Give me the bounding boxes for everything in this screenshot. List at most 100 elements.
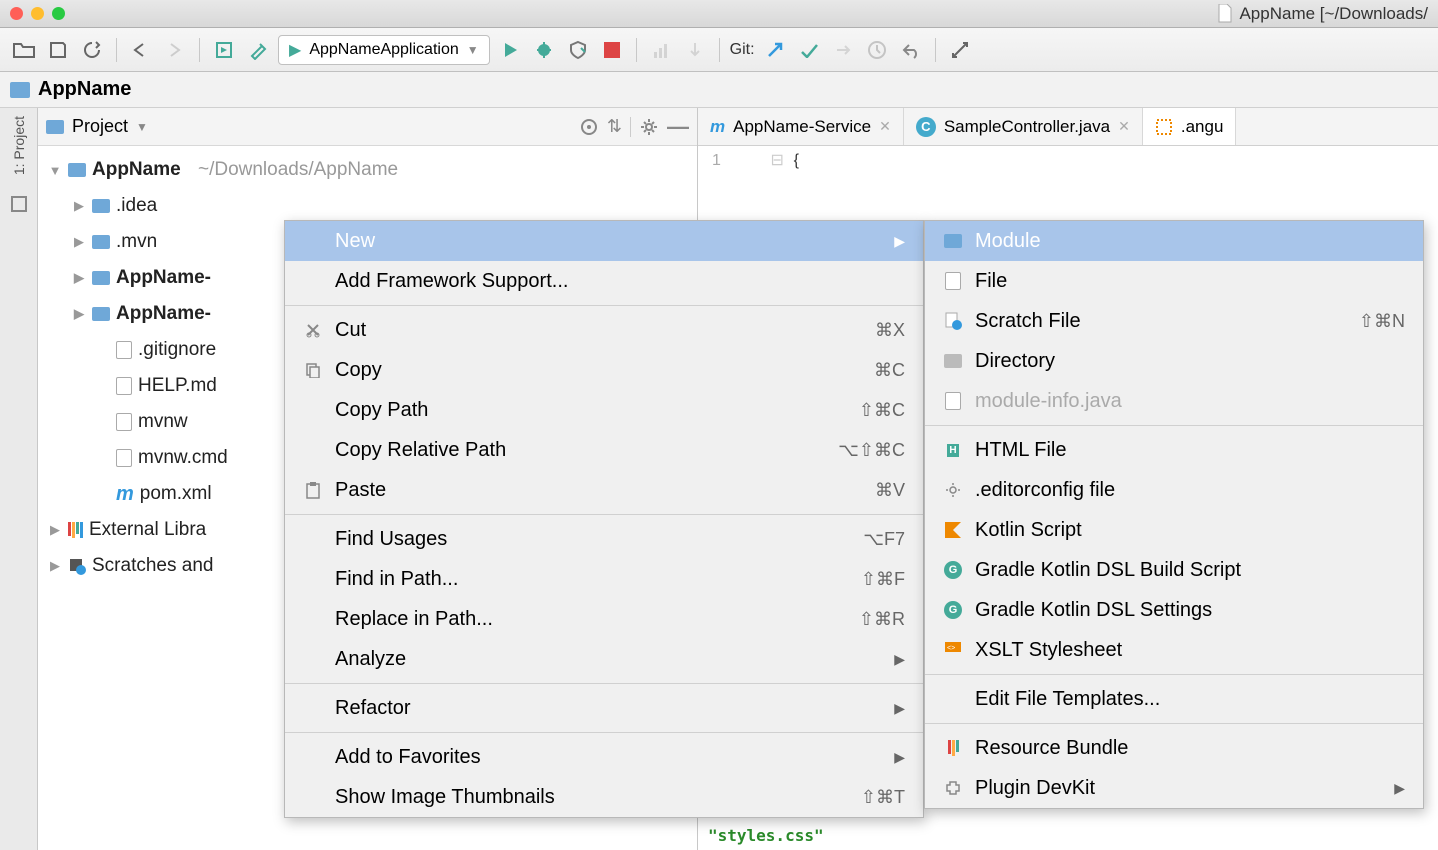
coverage-icon[interactable] [564, 36, 592, 64]
file-icon [943, 391, 963, 411]
attach-icon[interactable] [681, 36, 709, 64]
menu-item[interactable]: Kotlin Script [925, 510, 1423, 550]
menu-item[interactable]: Find in Path...⇧⌘F [285, 559, 923, 599]
menu-item-label: Add to Favorites [335, 746, 882, 769]
menu-item[interactable]: Scratch File⇧⌘N [925, 301, 1423, 341]
stop-icon[interactable] [598, 36, 626, 64]
save-icon[interactable] [44, 36, 72, 64]
menu-item[interactable]: File [925, 261, 1423, 301]
menu-item-label: XSLT Stylesheet [975, 639, 1405, 662]
expand-arrow-icon[interactable]: ▶ [48, 558, 62, 574]
run-icon[interactable] [496, 36, 524, 64]
menu-item[interactable]: <> XSLT Stylesheet [925, 630, 1423, 670]
profile-icon[interactable] [647, 36, 675, 64]
close-tab-icon[interactable]: ✕ [1118, 118, 1130, 135]
menu-item[interactable]: Copy Relative Path⌥⇧⌘C [285, 430, 923, 470]
settings-icon[interactable] [639, 117, 659, 137]
main-toolbar: ▶ AppNameApplication ▼ Git: [0, 28, 1438, 72]
editor-tab[interactable]: CSampleController.java✕ [904, 108, 1143, 145]
blank-icon [303, 609, 323, 629]
menu-item[interactable]: Resource Bundle [925, 728, 1423, 768]
menu-item[interactable]: Replace in Path...⇧⌘R [285, 599, 923, 639]
menu-item[interactable]: Edit File Templates... [925, 679, 1423, 719]
blank-icon [303, 231, 323, 251]
expand-arrow-icon[interactable]: ▶ [72, 306, 86, 322]
tree-root[interactable]: ▼ AppName ~/Downloads/AppName [38, 152, 697, 188]
menu-item[interactable]: Cut⌘X [285, 310, 923, 350]
menu-item[interactable]: Refactor▶ [285, 688, 923, 728]
menu-item[interactable]: Show Image Thumbnails⇧⌘T [285, 777, 923, 817]
menu-item[interactable]: HHTML File [925, 430, 1423, 470]
menu-item-label: Scratch File [975, 310, 1347, 333]
collapse-icon[interactable]: ⇅ [607, 116, 622, 137]
maven-icon: m [116, 483, 134, 506]
hammer-icon[interactable] [244, 36, 272, 64]
menu-item[interactable]: New▶ [285, 221, 923, 261]
tree-row[interactable]: ▶.idea [38, 188, 697, 224]
menu-item[interactable]: Directory [925, 341, 1423, 381]
expand-arrow-icon[interactable]: ▶ [72, 234, 86, 250]
menu-item[interactable]: Module [925, 221, 1423, 261]
tab-label: AppName-Service [733, 117, 871, 137]
menu-item-label: Paste [335, 479, 863, 502]
hide-icon[interactable]: — [667, 114, 689, 140]
editor-tab[interactable]: .angu [1143, 108, 1237, 145]
menu-item[interactable]: Analyze▶ [285, 639, 923, 679]
html-icon: H [943, 440, 963, 460]
target-icon[interactable] [579, 117, 599, 137]
git-revert-icon[interactable] [897, 36, 925, 64]
sync-icon[interactable] [78, 36, 106, 64]
editor-tab[interactable]: m AppName-Service ✕ [698, 108, 904, 145]
debug-icon[interactable] [530, 36, 558, 64]
separator [719, 38, 720, 62]
menu-item-label: Resource Bundle [975, 737, 1405, 760]
close-window-icon[interactable] [10, 7, 23, 20]
menu-item[interactable]: Copy Path⇧⌘C [285, 390, 923, 430]
git-update-icon[interactable] [761, 36, 789, 64]
close-tab-icon[interactable]: ✕ [879, 118, 891, 135]
expand-arrow-icon[interactable]: ▶ [72, 270, 86, 286]
build-icon[interactable] [210, 36, 238, 64]
forward-icon[interactable] [161, 36, 189, 64]
breadcrumb-root[interactable]: AppName [38, 78, 131, 101]
git-history-icon[interactable] [863, 36, 891, 64]
expand-arrow-icon[interactable]: ▶ [48, 522, 62, 538]
copy-icon [303, 360, 323, 380]
run-config-dropdown[interactable]: ▶ AppNameApplication ▼ [278, 35, 490, 65]
editor-tabs: mAppName-Service✕CSampleController.java✕… [698, 108, 1438, 146]
git-compare-icon[interactable] [829, 36, 857, 64]
menu-item[interactable]: Find Usages⌥F7 [285, 519, 923, 559]
expand-arrow-icon[interactable]: ▼ [48, 163, 62, 178]
menu-item[interactable]: Plugin DevKit▶ [925, 768, 1423, 808]
project-view-selector[interactable]: Project [72, 116, 128, 137]
project-tool-button[interactable]: 1: Project [11, 116, 27, 175]
open-file-icon[interactable] [10, 36, 38, 64]
maven-icon: m [710, 117, 725, 137]
menu-shortcut: ⇧⌘R [859, 609, 905, 630]
menu-item[interactable]: GGradle Kotlin DSL Settings [925, 590, 1423, 630]
menu-item[interactable]: Add Framework Support... [285, 261, 923, 301]
menu-item[interactable]: GGradle Kotlin DSL Build Script [925, 550, 1423, 590]
back-icon[interactable] [127, 36, 155, 64]
zoom-window-icon[interactable] [52, 7, 65, 20]
code-editor[interactable]: 1 ⊟ { [698, 146, 1438, 174]
menu-item-label: Add Framework Support... [335, 270, 905, 293]
menu-item[interactable]: .editorconfig file [925, 470, 1423, 510]
menu-separator [925, 425, 1423, 426]
traffic-lights [10, 7, 65, 20]
menu-item[interactable]: Copy⌘C [285, 350, 923, 390]
structure-tool-icon[interactable] [10, 195, 28, 213]
submenu-arrow-icon: ▶ [894, 749, 905, 766]
git-commit-icon[interactable] [795, 36, 823, 64]
blank-icon [303, 400, 323, 420]
minimize-window-icon[interactable] [31, 7, 44, 20]
blank-icon [303, 787, 323, 807]
menu-item[interactable]: Add to Favorites ▶ [285, 737, 923, 777]
expand-arrow-icon[interactable]: ▶ [72, 198, 86, 214]
tree-label: .gitignore [138, 339, 216, 361]
search-icon[interactable] [946, 36, 974, 64]
svg-text:<>: <> [947, 645, 955, 652]
code-text: "styles.css" [708, 826, 824, 845]
gear-icon [943, 480, 963, 500]
menu-item[interactable]: Paste⌘V [285, 470, 923, 510]
